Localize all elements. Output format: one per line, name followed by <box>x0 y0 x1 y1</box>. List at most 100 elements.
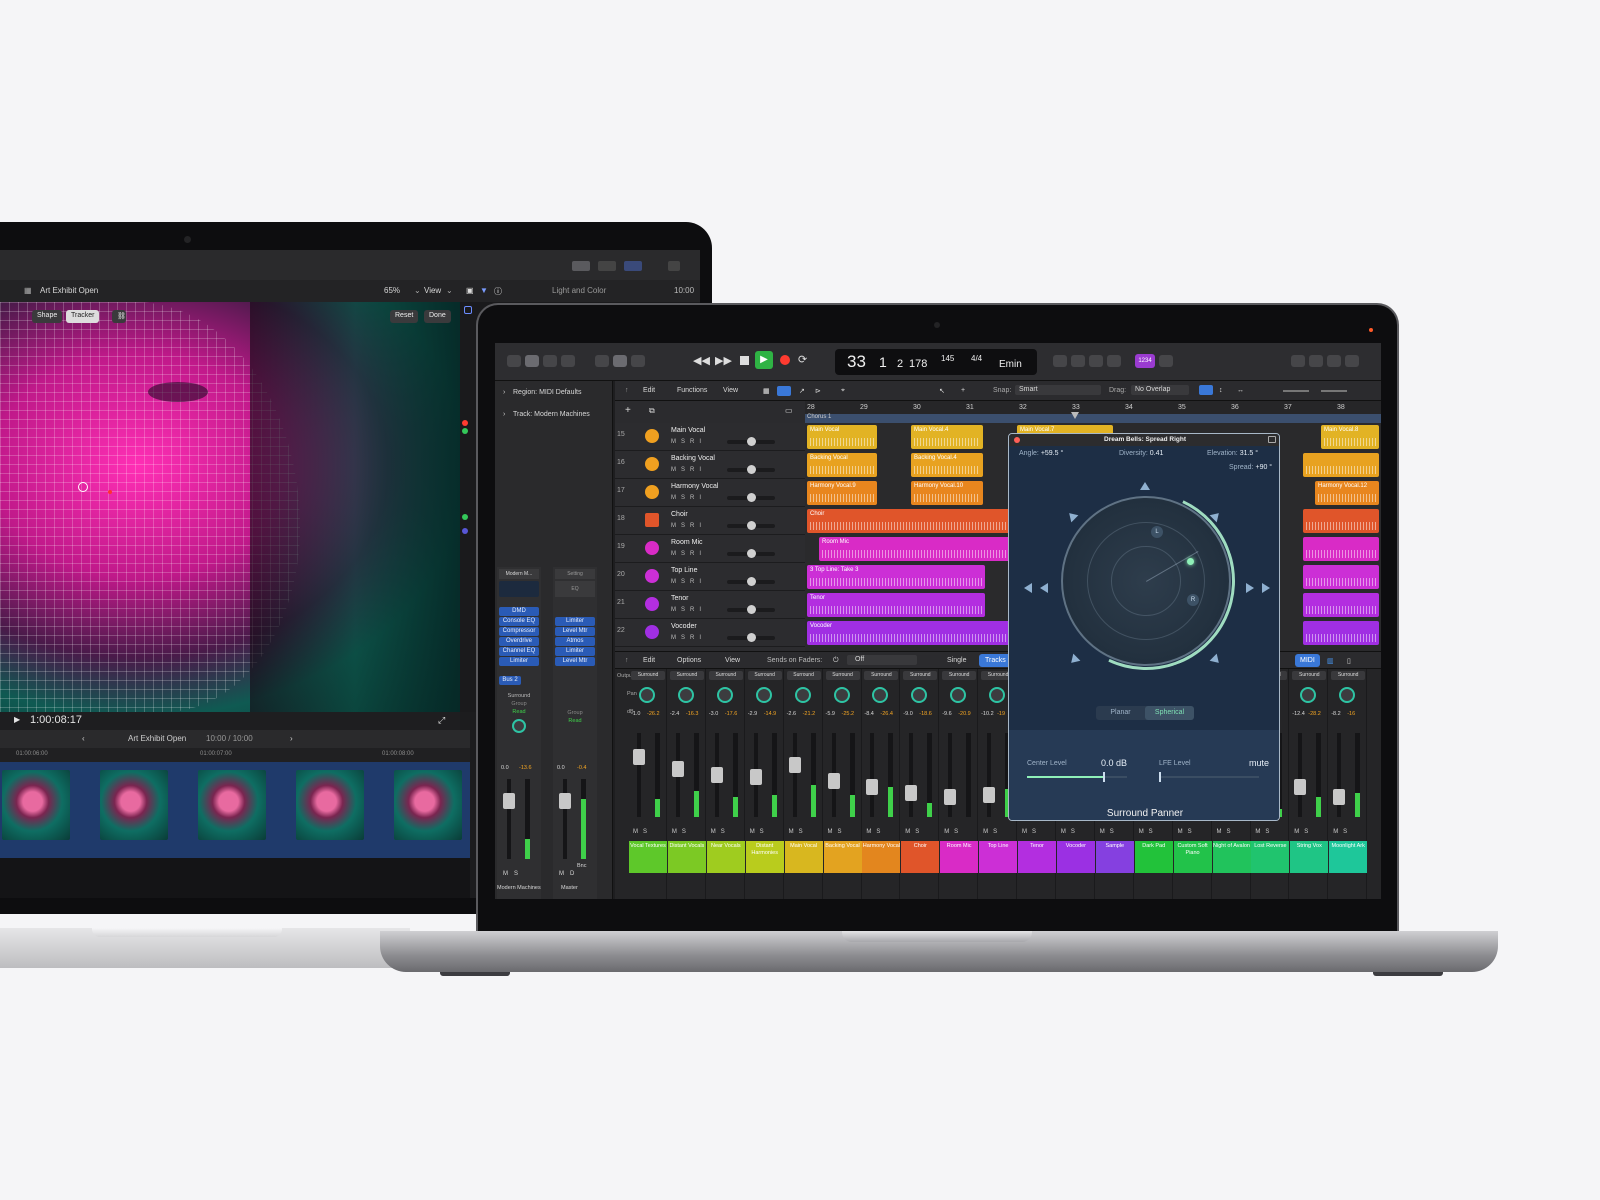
drag-menu[interactable]: No Overlap <box>1131 385 1189 395</box>
view-menu[interactable]: View <box>424 286 441 295</box>
track-name[interactable]: Tenor <box>671 595 689 602</box>
track-name[interactable]: Backing Vocal <box>671 455 715 462</box>
region[interactable]: Backing Vocal <box>807 453 877 477</box>
output-label[interactable]: Surround <box>499 693 539 699</box>
volume-fader[interactable] <box>866 733 879 817</box>
mute-solo-buttons[interactable]: MS <box>1022 829 1041 835</box>
horizontal-zoom-icon[interactable]: ↔ <box>1237 387 1244 394</box>
mute-solo-buttons[interactable]: MS <box>944 829 963 835</box>
marker-chorus[interactable]: Chorus 1 <box>805 414 1381 423</box>
pan-knob[interactable] <box>950 687 967 703</box>
diversity-param[interactable]: Diversity: 0.41 <box>1119 450 1163 457</box>
mute-solo-record-buttons[interactable]: MSRI <box>671 523 706 529</box>
pan-knob[interactable] <box>1339 687 1356 703</box>
forward-arrow-icon[interactable]: › <box>290 734 293 743</box>
browser-icon[interactable] <box>1345 355 1359 367</box>
inspector-toggle-icon[interactable] <box>624 261 642 271</box>
volume-fader[interactable] <box>633 733 645 817</box>
control-point[interactable] <box>108 490 112 494</box>
expand-icon[interactable] <box>1268 436 1276 443</box>
zoom-slider[interactable] <box>1321 390 1347 392</box>
track-name[interactable]: Harmony Vocal <box>671 483 718 490</box>
output-slot[interactable]: Surround <box>786 671 821 680</box>
panner-field[interactable]: L R <box>1061 496 1231 666</box>
record-button[interactable] <box>780 355 790 365</box>
pan-knob[interactable] <box>639 687 655 703</box>
zoom-slider[interactable] <box>1283 390 1309 392</box>
fullscreen-icon[interactable]: ⤢ <box>438 715 445 726</box>
fader-cap[interactable] <box>633 749 645 765</box>
fader-cap[interactable] <box>905 785 918 801</box>
mute-solo-buttons[interactable]: MS <box>672 829 691 835</box>
rewind-icon[interactable]: ◀◀ <box>693 354 710 367</box>
plugin-slot[interactable]: Level Mtr <box>555 627 595 636</box>
quick-help-icon[interactable] <box>543 355 557 367</box>
power-icon[interactable]: ⏻ <box>833 657 839 665</box>
group-slot[interactable]: Group <box>499 701 539 707</box>
output-slot[interactable]: Surround <box>747 671 782 680</box>
library-icon[interactable] <box>507 355 521 367</box>
layout-icon[interactable] <box>572 261 590 271</box>
plugin-slot[interactable]: Console EQ <box>499 617 539 626</box>
mute-solo-record-buttons[interactable]: MSRI <box>671 467 706 473</box>
mute-solo-buttons[interactable]: MS <box>789 829 808 835</box>
layout-icon[interactable]: ▯ <box>1347 657 1351 665</box>
output-slot[interactable]: Surround <box>1331 671 1366 680</box>
volume-fader[interactable] <box>905 733 918 817</box>
mute-solo-buttons[interactable]: MS <box>750 829 769 835</box>
volume-fader[interactable] <box>827 733 840 817</box>
diversity-value[interactable]: 0.41 <box>1150 450 1164 457</box>
mute-solo-buttons[interactable]: MS <box>1178 829 1197 835</box>
region[interactable] <box>1303 509 1379 533</box>
mute-dim-buttons[interactable]: MD <box>559 871 580 877</box>
track-header[interactable]: 19 Room Mic MSRI <box>615 535 805 563</box>
region[interactable]: Main Vocal <box>807 425 877 449</box>
lfe-level-slider[interactable] <box>1159 772 1259 782</box>
sends-menu[interactable]: Off <box>847 655 917 665</box>
surround-panner-window[interactable]: Dream Bells: Spread Right Angle: +59.5 °… <box>1008 433 1280 821</box>
video-clip-track[interactable] <box>0 762 470 858</box>
elevation-value[interactable]: 31.5 ° <box>1240 450 1258 457</box>
fader-cap[interactable] <box>983 787 996 803</box>
checkbox[interactable] <box>464 306 472 314</box>
region[interactable] <box>1303 537 1379 561</box>
snap-menu[interactable]: Smart <box>1015 385 1101 395</box>
mute-solo-record-buttons[interactable]: MSRI <box>671 551 706 557</box>
plugin-slot[interactable]: DMD <box>499 607 539 616</box>
track-header[interactable]: 15 Main Vocal MSRI <box>615 423 805 451</box>
vertical-zoom-icon[interactable]: ↕ <box>1219 387 1223 394</box>
channel-strip-icon[interactable]: ▥ <box>1327 657 1334 665</box>
volume-fader[interactable] <box>1294 733 1307 817</box>
inspector-icon[interactable] <box>525 355 539 367</box>
mute-solo-buttons[interactable]: MS <box>503 871 524 877</box>
mute-solo-buttons[interactable]: MS <box>1100 829 1119 835</box>
track-name[interactable]: Top Line <box>671 567 697 574</box>
track-header[interactable]: 16 Backing Vocal MSRI <box>615 451 805 479</box>
play-button[interactable]: ▶ <box>755 351 773 369</box>
pan-knob[interactable] <box>512 719 526 733</box>
color-wheel-handle[interactable] <box>462 528 468 534</box>
region[interactable] <box>1303 621 1379 645</box>
smart-controls-icon[interactable] <box>595 355 609 367</box>
eq-button[interactable]: EQ <box>555 581 595 597</box>
fader-cap[interactable] <box>710 767 723 783</box>
plugin-title-bar[interactable]: Dream Bells: Spread Right <box>1009 434 1279 446</box>
setting-button[interactable]: Setting <box>555 569 595 579</box>
fader-cap[interactable] <box>944 789 957 805</box>
loop-browser-icon[interactable] <box>1327 355 1341 367</box>
region[interactable]: Harmony Vocal.9 <box>807 481 877 505</box>
add-track-icon[interactable]: + <box>625 405 631 416</box>
eq-thumbnail[interactable] <box>499 581 539 597</box>
pan-knob[interactable] <box>716 687 733 703</box>
plugin-slot[interactable]: Channel EQ <box>499 647 539 656</box>
timeline-ruler[interactable]: 01:00:06:00 01:00:07:00 01:00:08:00 <box>0 748 470 762</box>
back-icon[interactable]: ↑ <box>625 657 629 664</box>
functions-menu[interactable]: Functions <box>677 387 707 394</box>
mute-solo-buttons[interactable]: MS <box>1294 829 1313 835</box>
bar-ruler[interactable]: 28 29 30 31 32 33 34 35 36 37 38 Chorus … <box>805 401 1381 423</box>
plugin-slot[interactable]: Atmos <box>555 637 595 646</box>
mixer-icon[interactable] <box>613 355 627 367</box>
fader-cap[interactable] <box>827 773 840 789</box>
track-volume-slider[interactable] <box>727 633 775 642</box>
mute-solo-buttons[interactable]: MS <box>633 829 652 835</box>
